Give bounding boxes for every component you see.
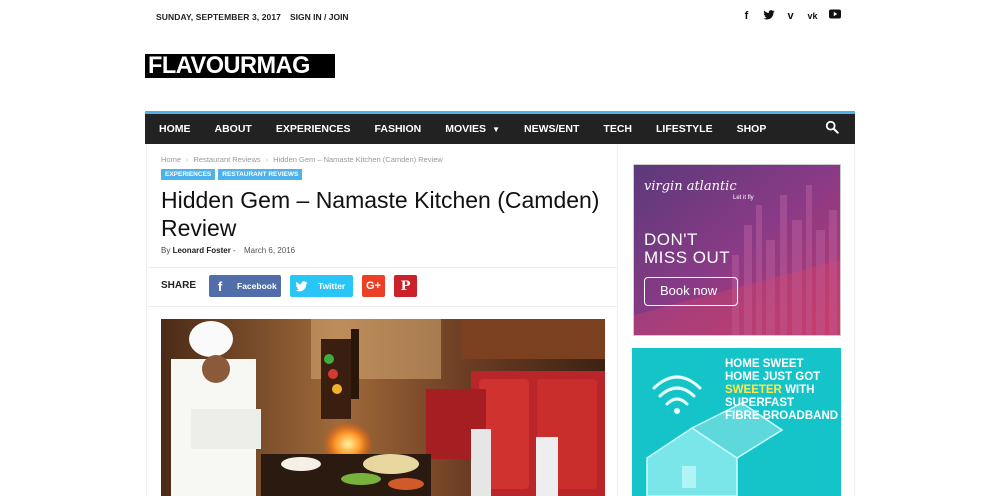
virgin-headline: DON'T MISS OUT	[644, 231, 730, 267]
article-content: Home › Restaurant Reviews › Hidden Gem – Nam…	[146, 144, 618, 496]
vk-icon[interactable]: vk	[806, 9, 819, 23]
nav-item-about[interactable]: ABOUT	[215, 123, 252, 135]
sidebar: virgin atlantic Let it fly DON'T MISS OU…	[618, 144, 855, 496]
divider	[147, 306, 618, 307]
broadband-line3-highlight: SWEETER	[725, 384, 782, 396]
book-now-label: Book now	[660, 283, 718, 298]
main-nav: HOME ABOUT EXPERIENCES FASHION MOVIES ▼ N…	[145, 111, 855, 144]
tag-restaurant-reviews[interactable]: RESTAURANT REVIEWS	[218, 169, 303, 180]
facebook-icon[interactable]: f	[740, 9, 753, 23]
share-twitter-button[interactable]: Twitter	[290, 275, 353, 297]
nav-item-tech[interactable]: TECH	[603, 123, 632, 135]
broadband-line2: HOME JUST GOT	[725, 371, 821, 383]
broadband-headline: HOME SWEET HOME JUST GOT SWEETER WITH SU…	[725, 358, 838, 423]
facebook-icon: f	[217, 278, 223, 294]
nav-item-lifestyle[interactable]: LIFESTYLE	[656, 123, 713, 135]
twitter-icon[interactable]	[762, 9, 775, 23]
byline-prefix: By	[161, 246, 171, 255]
broadband-line1: HOME SWEET	[725, 358, 804, 370]
breadcrumb-current: Hidden Gem – Namaste Kitchen (Camden) Re…	[273, 155, 443, 164]
nav-item-news[interactable]: NEWS/ENT	[524, 123, 579, 135]
broadband-line4: SUPERFAST	[725, 397, 795, 409]
site-logo[interactable]: FLAVOURMAG	[145, 54, 335, 78]
share-twitter-label: Twitter	[318, 281, 346, 291]
article-title: Hidden Gem – Namaste Kitchen (Camden) Re…	[161, 187, 600, 241]
nav-item-home[interactable]: HOME	[159, 123, 191, 135]
search-icon[interactable]	[825, 120, 841, 136]
social-links: f v vk	[740, 9, 841, 23]
author-link[interactable]: Leonard Foster	[173, 246, 231, 255]
youtube-icon[interactable]	[828, 9, 841, 23]
breadcrumb-category[interactable]: Restaurant Reviews	[194, 155, 261, 164]
breadcrumb: Home › Restaurant Reviews › Hidden Gem – Nam…	[161, 155, 443, 164]
broadband-line3: SWEETER WITH	[725, 384, 838, 397]
share-label: SHARE	[161, 280, 197, 291]
share-googleplus-button[interactable]: G+	[362, 275, 385, 297]
broadband-line3-rest: WITH	[781, 384, 815, 396]
top-bar: SUNDAY, SEPTEMBER 3, 2017 SIGN IN / JOIN…	[145, 0, 855, 34]
virgin-headline-line1: DON'T	[644, 230, 698, 249]
share-facebook-label: Facebook	[237, 281, 277, 291]
broadband-line5: FIBRE BROADBAND	[725, 410, 839, 422]
byline-separator: -	[233, 246, 236, 255]
nav-item-movies[interactable]: MOVIES ▼	[445, 123, 500, 135]
share-pinterest-button[interactable]: P	[394, 275, 417, 297]
twitter-icon	[290, 275, 312, 297]
pinterest-icon: P	[400, 278, 411, 294]
chevron-right-icon: ›	[186, 155, 189, 164]
vimeo-icon[interactable]: v	[784, 9, 797, 23]
virgin-tagline: Let it fly	[733, 195, 754, 201]
virgin-atlantic-ad[interactable]: virgin atlantic Let it fly DON'T MISS OU…	[633, 164, 841, 336]
nav-item-experiences[interactable]: EXPERIENCES	[276, 123, 351, 135]
nav-item-shop[interactable]: SHOP	[737, 123, 767, 135]
post-date: March 6, 2016	[243, 246, 296, 255]
byline: By Leonard Foster - March 6, 2016	[161, 246, 295, 255]
chevron-right-icon: ›	[265, 155, 269, 164]
current-date: SUNDAY, SEPTEMBER 3, 2017	[156, 12, 282, 22]
chevron-down-icon: ▼	[492, 125, 500, 134]
category-tags: EXPERIENCES RESTAURANT REVIEWS	[161, 169, 303, 180]
featured-image	[161, 319, 605, 496]
tag-experiences[interactable]: EXPERIENCES	[161, 169, 216, 180]
google-plus-icon: G+	[366, 280, 381, 292]
signin-link[interactable]: SIGN IN / JOIN	[290, 12, 349, 22]
breadcrumb-home[interactable]: Home	[161, 155, 181, 164]
broadband-ad[interactable]: HOME SWEET HOME JUST GOT SWEETER WITH SU…	[632, 348, 841, 496]
book-now-button[interactable]: Book now	[644, 277, 738, 306]
divider	[147, 267, 618, 268]
nav-item-fashion[interactable]: FASHION	[375, 123, 422, 135]
virgin-brand: virgin atlantic	[644, 179, 737, 194]
share-facebook-button[interactable]: f Facebook	[209, 275, 281, 297]
virgin-headline-line2: MISS OUT	[644, 248, 731, 267]
